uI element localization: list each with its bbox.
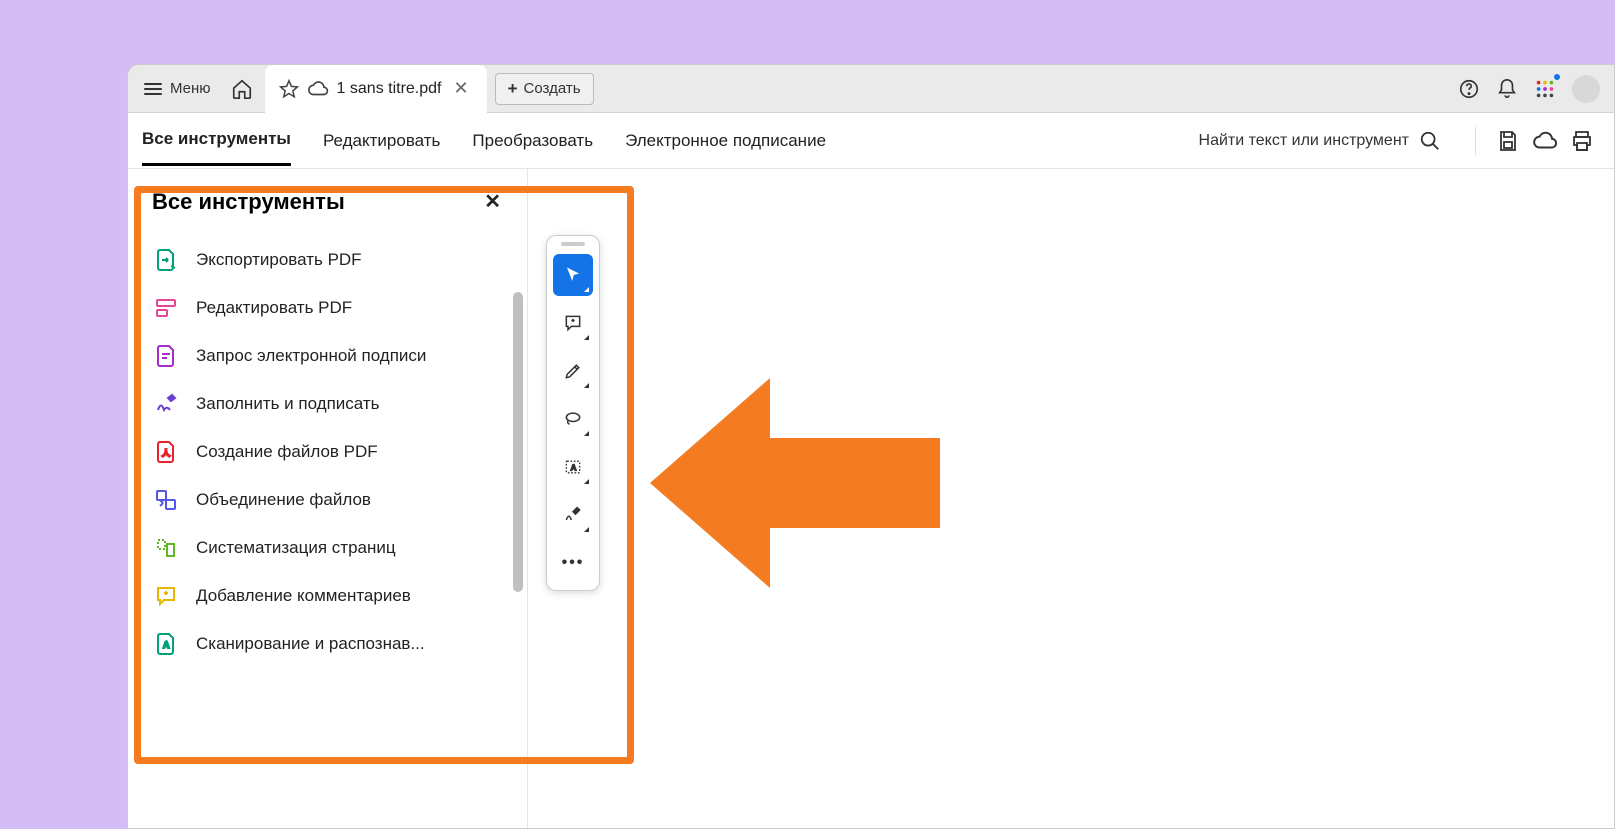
text-box-icon: A	[563, 457, 583, 477]
tab-convert[interactable]: Преобразовать	[472, 117, 593, 165]
tool-label: Запрос электронной подписи	[196, 346, 426, 366]
create-pdf-icon: 人	[154, 440, 178, 464]
sign-tool[interactable]	[553, 494, 593, 536]
export-pdf-icon	[154, 248, 178, 272]
organize-icon	[154, 536, 178, 560]
svg-text:人: 人	[162, 448, 171, 458]
edit-pdf-icon	[154, 296, 178, 320]
cursor-icon	[564, 266, 582, 284]
tool-label: Создание файлов PDF	[196, 442, 378, 462]
create-label: Создать	[524, 80, 581, 97]
floating-toolbar[interactable]: A •••	[546, 235, 600, 591]
tool-request-signature[interactable]: Запрос электронной подписи	[146, 332, 519, 380]
user-avatar[interactable]	[1572, 75, 1600, 103]
select-tool[interactable]	[553, 254, 593, 296]
save-button[interactable]	[1490, 123, 1526, 159]
create-button[interactable]: + Создать	[495, 73, 594, 105]
lasso-icon	[563, 409, 583, 429]
tab-close-button[interactable]: ✕	[450, 74, 473, 103]
hamburger-icon	[144, 83, 162, 95]
plus-icon: +	[508, 79, 518, 99]
star-icon[interactable]	[279, 79, 299, 99]
pencil-icon	[563, 361, 583, 381]
ellipsis-icon: •••	[562, 554, 585, 572]
toolbar: Все инструменты Редактировать Преобразов…	[128, 113, 1614, 169]
menu-button[interactable]: Меню	[134, 74, 221, 103]
print-button[interactable]	[1564, 123, 1600, 159]
tool-add-comments[interactable]: Добавление комментариев	[146, 572, 519, 620]
panel-list[interactable]: Экспортировать PDF Редактировать PDF Зап…	[128, 232, 527, 828]
scan-icon: A	[154, 632, 178, 656]
home-icon	[231, 78, 253, 100]
panel-header: Все инструменты ✕	[128, 169, 527, 232]
tool-export-pdf[interactable]: Экспортировать PDF	[146, 236, 519, 284]
signature-request-icon	[154, 344, 178, 368]
tool-fill-sign[interactable]: Заполнить и подписать	[146, 380, 519, 428]
fill-sign-icon	[154, 392, 178, 416]
panel-title: Все инструменты	[152, 189, 345, 215]
comment-tool-icon	[563, 313, 583, 333]
toolbar-divider	[1475, 127, 1476, 155]
panel-scrollbar[interactable]	[513, 292, 523, 592]
help-button[interactable]	[1450, 70, 1488, 108]
more-tools[interactable]: •••	[553, 542, 593, 584]
search-icon	[1419, 130, 1441, 152]
tool-label: Добавление комментариев	[196, 586, 411, 606]
drag-handle[interactable]	[561, 242, 585, 246]
tool-label: Экспортировать PDF	[196, 250, 362, 270]
app-window: Меню 1 sans titre.pdf ✕ + Создать Все ин…	[127, 64, 1615, 829]
save-icon	[1496, 129, 1520, 153]
notifications-button[interactable]	[1488, 70, 1526, 108]
menu-label: Меню	[170, 80, 211, 97]
title-bar: Меню 1 sans titre.pdf ✕ + Создать	[128, 65, 1614, 113]
panel-close-button[interactable]: ✕	[480, 185, 505, 218]
tool-label: Редактировать PDF	[196, 298, 352, 318]
all-tools-panel: Все инструменты ✕ Экспортировать PDF Ред…	[128, 169, 528, 828]
svg-text:A: A	[163, 640, 170, 650]
tab-title: 1 sans titre.pdf	[337, 80, 442, 98]
combine-icon	[154, 488, 178, 512]
main-area: Все инструменты ✕ Экспортировать PDF Ред…	[128, 169, 1614, 828]
document-tab[interactable]: 1 sans titre.pdf ✕	[265, 65, 487, 113]
text-box-tool[interactable]: A	[553, 446, 593, 488]
sign-tool-icon	[563, 505, 583, 525]
tab-esign[interactable]: Электронное подписание	[625, 117, 826, 165]
draw-tool[interactable]	[553, 398, 593, 440]
tab-edit[interactable]: Редактировать	[323, 117, 440, 165]
bell-icon	[1496, 78, 1518, 100]
tool-label: Объединение файлов	[196, 490, 371, 510]
help-icon	[1458, 78, 1480, 100]
tool-organize-pages[interactable]: Систематизация страниц	[146, 524, 519, 572]
comment-icon	[154, 584, 178, 608]
tool-create-pdf[interactable]: 人 Создание файлов PDF	[146, 428, 519, 476]
search-placeholder: Найти текст или инструмент	[1199, 132, 1409, 150]
print-icon	[1570, 129, 1594, 153]
tab-all-tools[interactable]: Все инструменты	[142, 115, 291, 166]
cloud-button[interactable]	[1526, 122, 1564, 160]
tool-label: Сканирование и распознав...	[196, 634, 425, 654]
tool-combine-files[interactable]: Объединение файлов	[146, 476, 519, 524]
cloud-upload-icon	[1532, 128, 1558, 154]
tool-scan-ocr[interactable]: A Сканирование и распознав...	[146, 620, 519, 668]
home-button[interactable]	[223, 70, 261, 108]
tool-edit-pdf[interactable]: Редактировать PDF	[146, 284, 519, 332]
apps-icon	[1534, 78, 1556, 100]
apps-button[interactable]	[1526, 70, 1564, 108]
tool-label: Систематизация страниц	[196, 538, 396, 558]
cloud-icon	[307, 78, 329, 100]
svg-text:A: A	[571, 462, 577, 472]
highlight-tool[interactable]	[553, 350, 593, 392]
tool-label: Заполнить и подписать	[196, 394, 380, 414]
search-area[interactable]: Найти текст или инструмент	[1199, 130, 1441, 152]
comment-tool[interactable]	[553, 302, 593, 344]
